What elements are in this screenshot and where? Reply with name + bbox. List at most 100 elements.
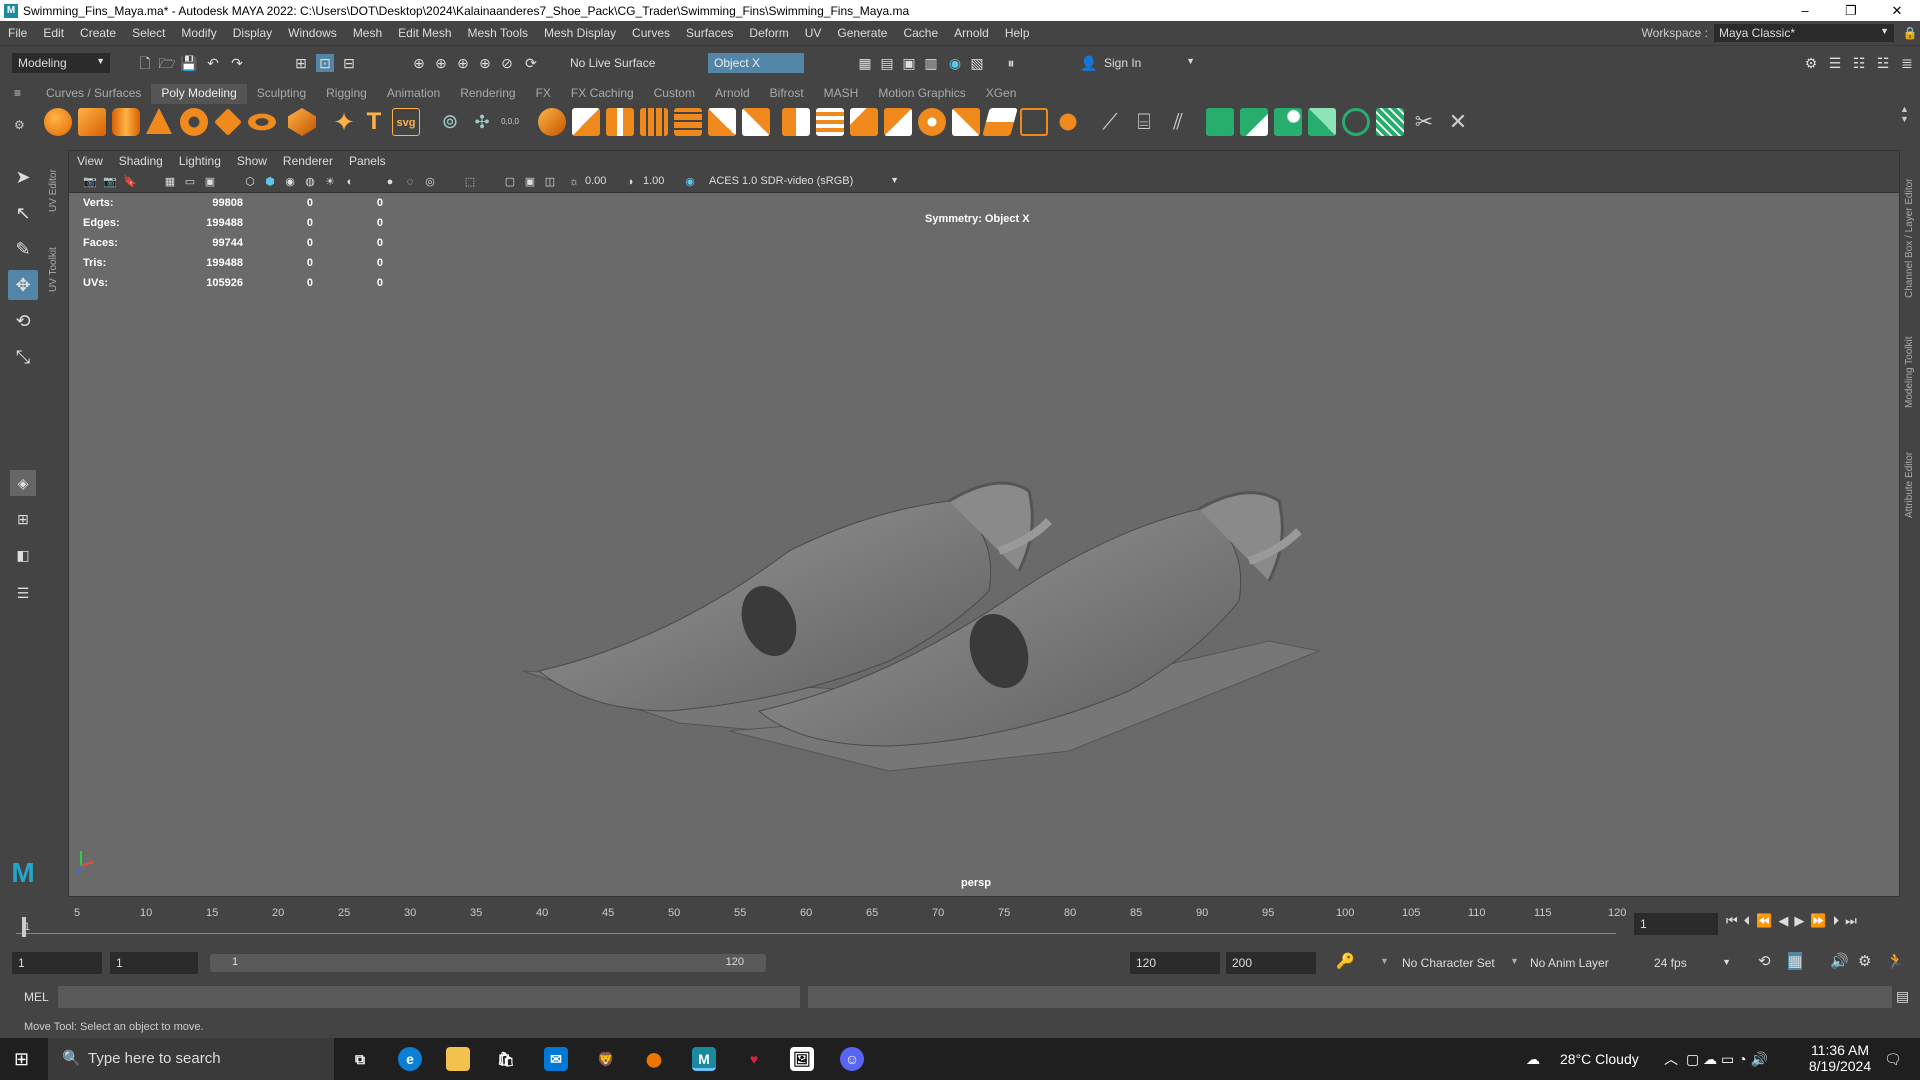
photos-icon[interactable]: 🖼 — [790, 1047, 814, 1071]
restore-button[interactable]: ❐ — [1828, 0, 1874, 21]
select-hierarchy-icon[interactable]: ⊞ — [292, 54, 310, 72]
poly-sphere-icon[interactable] — [44, 108, 72, 136]
poly-cube-icon[interactable] — [78, 108, 106, 136]
connect-tool-icon[interactable]: ⟋ — [1096, 108, 1124, 136]
poly-cylinder-icon[interactable] — [112, 108, 140, 136]
redo-icon[interactable]: ↷ — [228, 54, 246, 72]
select-tool-icon[interactable]: ➤ — [8, 162, 38, 192]
shelf-tab-fx[interactable]: FX — [526, 84, 561, 104]
scene-start-field[interactable]: 1 — [12, 952, 102, 974]
snap-view-plane-icon[interactable]: ⊘ — [498, 54, 516, 72]
save-scene-icon[interactable]: 💾 — [180, 54, 198, 72]
poly-cone-icon[interactable] — [146, 108, 172, 134]
symmetry-dropdown[interactable]: Object X — [708, 53, 804, 73]
menu-select[interactable]: Select — [124, 26, 173, 40]
shelf-tab-curves-surfaces[interactable]: Curves / Surfaces — [36, 84, 151, 104]
channel-box-toggle-icon[interactable]: ☳ — [1874, 54, 1892, 72]
collapse-icon[interactable] — [1054, 108, 1082, 136]
menu-set-dropdown[interactable]: Modeling ▼ — [12, 53, 110, 73]
mail-icon[interactable]: ✉ — [544, 1047, 568, 1071]
windows-start-icon[interactable]: ⊞ — [14, 1049, 29, 1070]
undo-icon[interactable]: ↶ — [204, 54, 222, 72]
outliner-icon[interactable]: ☰ — [10, 580, 36, 606]
edge-icon[interactable]: e — [398, 1047, 422, 1071]
snap-grid-icon[interactable]: ⊕ — [410, 54, 428, 72]
super-shape-icon[interactable]: ✦ — [330, 108, 358, 136]
move-tool-icon[interactable]: ✥ — [8, 270, 38, 300]
mel-input[interactable] — [58, 986, 800, 1008]
menu-cache[interactable]: Cache — [895, 26, 946, 40]
tool-settings-toggle-icon[interactable]: ☷ — [1850, 54, 1868, 72]
menu-mesh-display[interactable]: Mesh Display — [536, 26, 624, 40]
clock[interactable]: 11:36 AM 8/19/2024 — [1800, 1038, 1880, 1080]
shelf-tab-motion-graphics[interactable]: Motion Graphics — [868, 84, 975, 104]
offset-edge-loop-icon[interactable]: ⫽ — [1164, 108, 1192, 136]
menu-mesh-tools[interactable]: Mesh Tools — [460, 26, 536, 40]
step-back-frame-icon[interactable]: ⏴ — [1744, 913, 1751, 935]
menu-display[interactable]: Display — [225, 26, 280, 40]
maya-taskbar-icon[interactable]: M — [692, 1047, 716, 1071]
playback-end-field[interactable]: 120 — [1130, 952, 1220, 974]
scale-tool-icon[interactable]: ⤡ — [8, 342, 38, 372]
mel-label[interactable]: MEL — [24, 990, 49, 1004]
discord-icon[interactable]: ☺ — [840, 1047, 864, 1071]
character-set-dropdown[interactable]: No Character Set — [1402, 956, 1495, 970]
hypershade-icon[interactable]: ◉ — [946, 54, 964, 72]
step-forward-key-icon[interactable]: ⏩ — [1810, 913, 1826, 935]
layout-uv-icon[interactable] — [1376, 108, 1404, 136]
shelf-tab-custom[interactable]: Custom — [644, 84, 705, 104]
workspace-select[interactable]: Maya Classic* ▼ — [1714, 24, 1894, 42]
separate-icon[interactable]: ✣ — [468, 108, 496, 136]
menu-windows[interactable]: Windows — [280, 26, 345, 40]
shelf-settings-icon[interactable]: ⚙ — [14, 118, 28, 132]
shelf-tab-rigging[interactable]: Rigging — [316, 84, 377, 104]
shelf-menu-icon[interactable]: ≡ — [14, 86, 28, 100]
cut-uv-icon[interactable]: ✕ — [1444, 108, 1472, 136]
minimize-button[interactable]: – — [1782, 0, 1828, 21]
audio-icon[interactable]: 🔊 — [1830, 952, 1849, 970]
shelf-tab-animation[interactable]: Animation — [377, 84, 450, 104]
menu-arnold[interactable]: Arnold — [946, 26, 997, 40]
chevron-up-icon[interactable]: ︿ — [1664, 1038, 1678, 1080]
new-scene-icon[interactable]: 🗋 — [136, 54, 154, 72]
menu-curves[interactable]: Curves — [624, 26, 678, 40]
app-red-icon[interactable]: ♥ — [742, 1047, 766, 1071]
smooth-icon[interactable] — [538, 108, 566, 136]
make-hole-icon[interactable] — [742, 108, 770, 136]
go-to-end-icon[interactable]: ⏭ — [1845, 913, 1857, 935]
chevron-down-icon[interactable]: ▼ — [1380, 956, 1389, 966]
bevel-icon[interactable] — [640, 108, 668, 136]
render-settings-icon[interactable]: ▥ — [922, 54, 940, 72]
lasso-tool-icon[interactable]: ↖ — [8, 198, 38, 228]
layers-toggle-icon[interactable]: ≣ — [1898, 54, 1916, 72]
shelf-tab-xgen[interactable]: XGen — [976, 84, 1027, 104]
append-polygon-icon[interactable] — [674, 108, 702, 136]
shelf-tab-rendering[interactable]: Rendering — [450, 84, 525, 104]
menu-edit[interactable]: Edit — [35, 26, 72, 40]
ipr-render-icon[interactable]: ▣ — [900, 54, 918, 72]
step-forward-frame-icon[interactable]: ⏵ — [1833, 913, 1840, 935]
animation-preferences-icon[interactable]: ⚙ — [1858, 952, 1871, 970]
uv-toolkit-tab[interactable]: UV Toolkit — [48, 232, 59, 292]
shelf-tab-mash[interactable]: MASH — [814, 84, 869, 104]
select-object-icon[interactable]: ⊡ — [316, 54, 334, 72]
uv-editor-tab[interactable]: UV Editor — [48, 156, 59, 212]
persp-outliner-icon[interactable]: ◧ — [10, 542, 36, 568]
extrude-icon[interactable] — [572, 108, 600, 136]
cache-playback-icon[interactable]: ▦ — [1788, 952, 1803, 970]
reduce-icon[interactable] — [884, 108, 912, 136]
single-perspective-view-icon[interactable]: ◈ — [10, 470, 36, 496]
poly-plane-icon[interactable] — [214, 108, 242, 136]
planar-mapping-icon[interactable] — [1240, 108, 1268, 136]
menu-surfaces[interactable]: Surfaces — [678, 26, 741, 40]
render-frame-icon[interactable]: ▦ — [856, 54, 874, 72]
sign-in-dropdown[interactable]: Sign In ▼ — [1098, 53, 1200, 73]
menu-modify[interactable]: Modify — [173, 26, 224, 40]
menu-deform[interactable]: Deform — [741, 26, 796, 40]
render-sequence-icon[interactable]: ▤ — [878, 54, 896, 72]
open-scene-icon[interactable]: 🗁 — [158, 54, 176, 72]
channel-box-tab[interactable]: Channel Box / Layer Editor — [1904, 158, 1915, 298]
weather-icon[interactable]: ☁ — [1526, 1038, 1540, 1080]
play-backwards-icon[interactable]: ◀ — [1778, 913, 1788, 935]
scene-end-field[interactable]: 200 — [1226, 952, 1316, 974]
